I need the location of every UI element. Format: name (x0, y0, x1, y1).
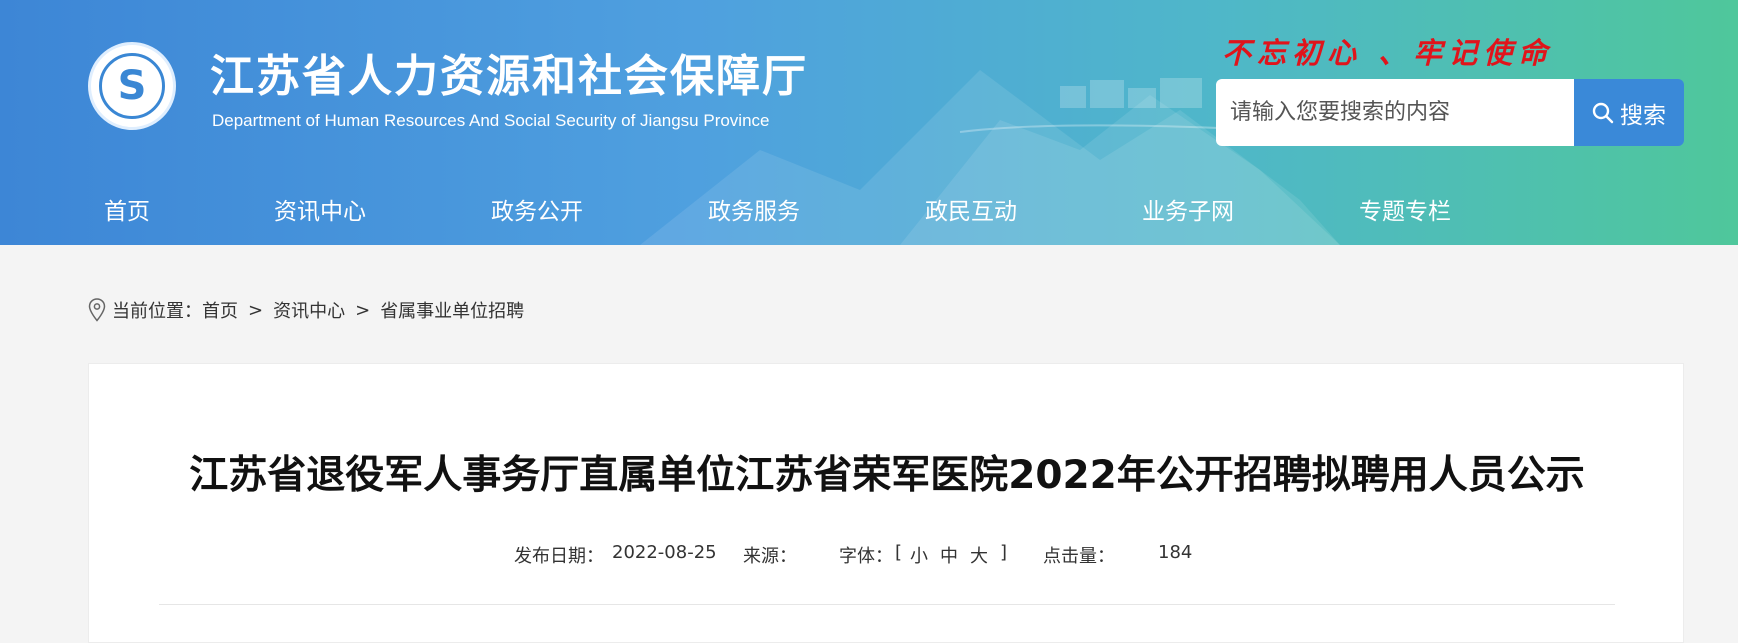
nav-item-interaction[interactable]: 政民互动 (925, 192, 1017, 226)
nav-item-topics[interactable]: 专题专栏 (1359, 192, 1451, 226)
font-large-button[interactable]: 大 (970, 542, 988, 568)
breadcrumb-home[interactable]: 首页 (202, 297, 238, 323)
breadcrumb-separator: > (248, 299, 264, 321)
font-medium-button[interactable]: 中 (940, 542, 958, 568)
font-size-label: 字体： (839, 546, 893, 567)
divider (159, 604, 1615, 605)
hits-count: 184 (1158, 542, 1193, 563)
font-bracket-close: ] (1000, 542, 1008, 563)
nav-item-news[interactable]: 资讯中心 (274, 192, 366, 226)
site-subtitle: Department of Human Resources And Social… (212, 111, 770, 130)
search-button-label: 搜索 (1620, 102, 1666, 129)
site-title[interactable]: 江苏省人力资源和社会保障厅 (210, 40, 808, 104)
nav-item-subsites[interactable]: 业务子网 (1142, 192, 1234, 226)
site-logo[interactable]: S (88, 42, 176, 130)
article-card: 江苏省退役军人事务厅直属单位江苏省荣军医院2022年公开招聘拟聘用人员公示 发布… (88, 363, 1684, 643)
nav-item-gov-services[interactable]: 政务服务 (708, 192, 800, 226)
breadcrumb-prefix: 当前位置： (112, 301, 202, 322)
publish-date: 2022-08-25 (612, 542, 717, 563)
search-icon (1592, 102, 1614, 123)
font-bracket-open: [ (895, 542, 903, 563)
nav-item-gov-affairs[interactable]: 政务公开 (491, 192, 583, 226)
article-title: 江苏省退役军人事务厅直属单位江苏省荣军医院2022年公开招聘拟聘用人员公示 (189, 453, 1585, 498)
source-label: 来源： (743, 546, 797, 567)
publish-date-label: 发布日期： (514, 546, 604, 567)
site-header: S 江苏省人力资源和社会保障厅 Department of Human Reso… (0, 0, 1738, 245)
search-input[interactable] (1216, 79, 1576, 146)
font-small-button[interactable]: 小 (910, 542, 928, 568)
breadcrumb-separator: > (355, 299, 371, 321)
logo-emblem-icon: S (99, 53, 165, 119)
main-nav: 首页 资讯中心 政务公开 政务服务 政民互动 业务子网 专题专栏 (0, 180, 1738, 240)
hits-label: 点击量： (1043, 546, 1115, 567)
search-bar: 搜索 (1216, 79, 1684, 146)
logo-mark: S (117, 63, 147, 109)
search-button[interactable]: 搜索 (1574, 79, 1684, 146)
breadcrumb-news[interactable]: 资讯中心 (273, 297, 345, 323)
slogan: 不忘初心 、牢记使命 (1222, 36, 1554, 70)
location-pin-icon (88, 298, 106, 322)
nav-item-home[interactable]: 首页 (104, 192, 150, 226)
breadcrumb: 当前位置： 首页 > 资讯中心 > 省属事业单位招聘 (88, 297, 524, 323)
breadcrumb-recruitment[interactable]: 省属事业单位招聘 (380, 297, 524, 323)
